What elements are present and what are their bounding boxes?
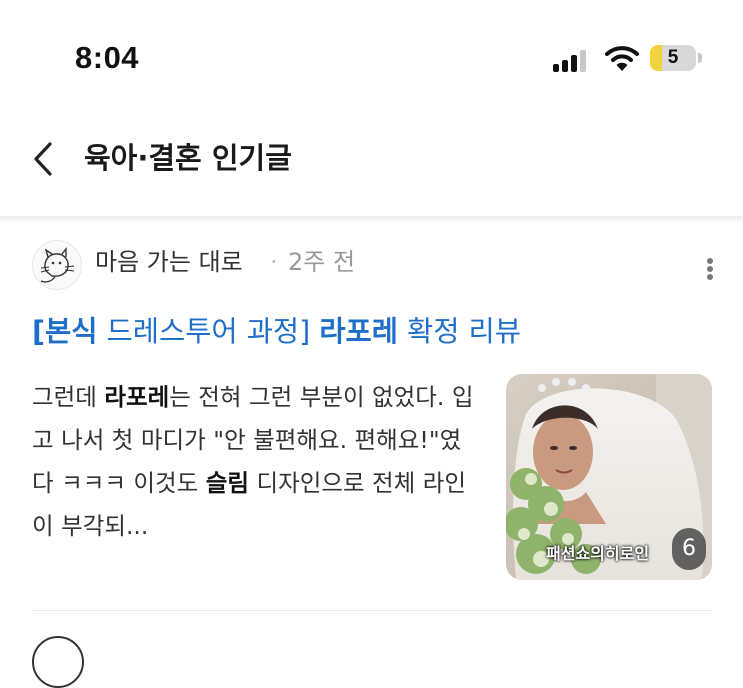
post-title-text: 드레스투어 과정] xyxy=(97,315,320,348)
back-button[interactable] xyxy=(28,138,68,182)
status-bar: 8:04 5 xyxy=(0,0,743,120)
excerpt-highlight: 슬림 xyxy=(205,469,249,497)
post-title-suffix: 확정 리뷰 xyxy=(397,315,521,348)
photo-count-badge: 6 xyxy=(672,528,706,570)
more-options-button[interactable] xyxy=(700,246,720,290)
excerpt-highlight: 라포레 xyxy=(104,383,170,411)
top-nav: 육아·결혼 인기글 xyxy=(0,120,743,216)
post-title-tag: [본식 xyxy=(32,315,98,348)
header-divider xyxy=(0,216,743,224)
battery-icon: 5 xyxy=(650,45,702,71)
list-divider xyxy=(32,610,712,611)
author-row: 마음 가는 대로 · 2주 전 xyxy=(32,236,722,290)
signal-icon xyxy=(553,48,593,72)
status-time: 8:04 xyxy=(75,40,140,75)
post-time: 2주 전 xyxy=(288,248,356,276)
post-title-brand: 라포레 xyxy=(319,315,398,348)
avatar[interactable] xyxy=(32,636,84,688)
wifi-icon xyxy=(605,44,639,72)
meta-separator: · xyxy=(270,248,278,276)
chevron-left-icon xyxy=(34,142,52,176)
page-title: 육아·결혼 인기글 xyxy=(84,141,292,175)
battery-level: 5 xyxy=(667,47,679,68)
thumbnail-caption: 패션쇼의히로인 xyxy=(546,544,650,563)
post-card[interactable]: 마음 가는 대로 · 2주 전 [본식 드레스투어 과정] 라포레 확정 리뷰 … xyxy=(0,224,743,624)
author-name[interactable]: 마음 가는 대로 xyxy=(95,248,243,276)
post-title[interactable]: [본식 드레스투어 과정] 라포레 확정 리뷰 xyxy=(32,312,521,352)
post-excerpt[interactable]: 그런데 라포레는 전혀 그런 부분이 없었다. 입고 나서 첫 마디가 "안 불… xyxy=(32,376,482,548)
avatar[interactable] xyxy=(32,240,82,290)
excerpt-text: 그런데 xyxy=(32,383,105,411)
